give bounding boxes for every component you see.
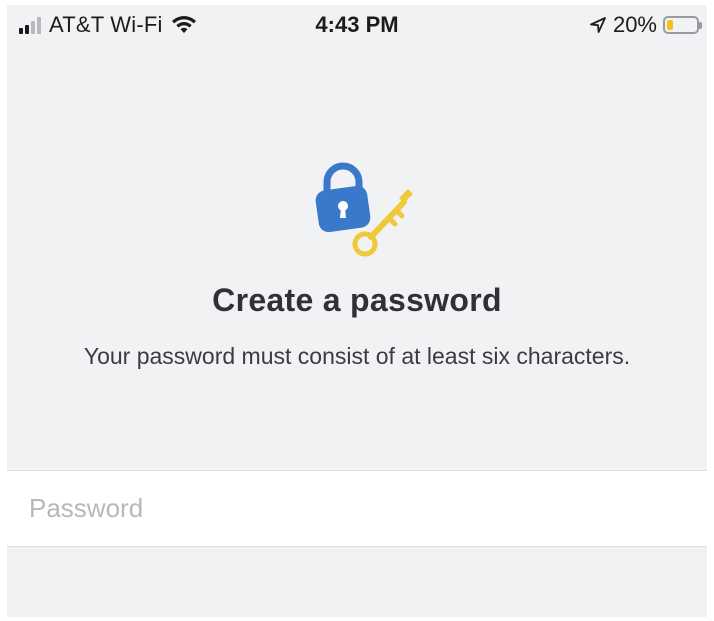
password-field-row [7,470,707,547]
battery-icon [663,16,702,34]
password-input[interactable] [29,471,689,546]
frame-right [707,0,714,621]
page-title: Create a password [212,282,502,318]
frame-bottom [0,617,714,621]
password-requirement-text: Your password must consist of at least s… [83,343,631,369]
lock-and-key-icon [315,162,413,257]
frame-left [0,0,7,621]
location-arrow-icon [590,17,606,33]
status-bar: AT&T Wi-Fi 4:43 PM 20% [7,5,707,45]
battery-level-fill [667,20,673,30]
padlock-icon [315,162,371,233]
status-right: 20% [589,5,702,45]
battery-percent: 20% [612,12,657,37]
